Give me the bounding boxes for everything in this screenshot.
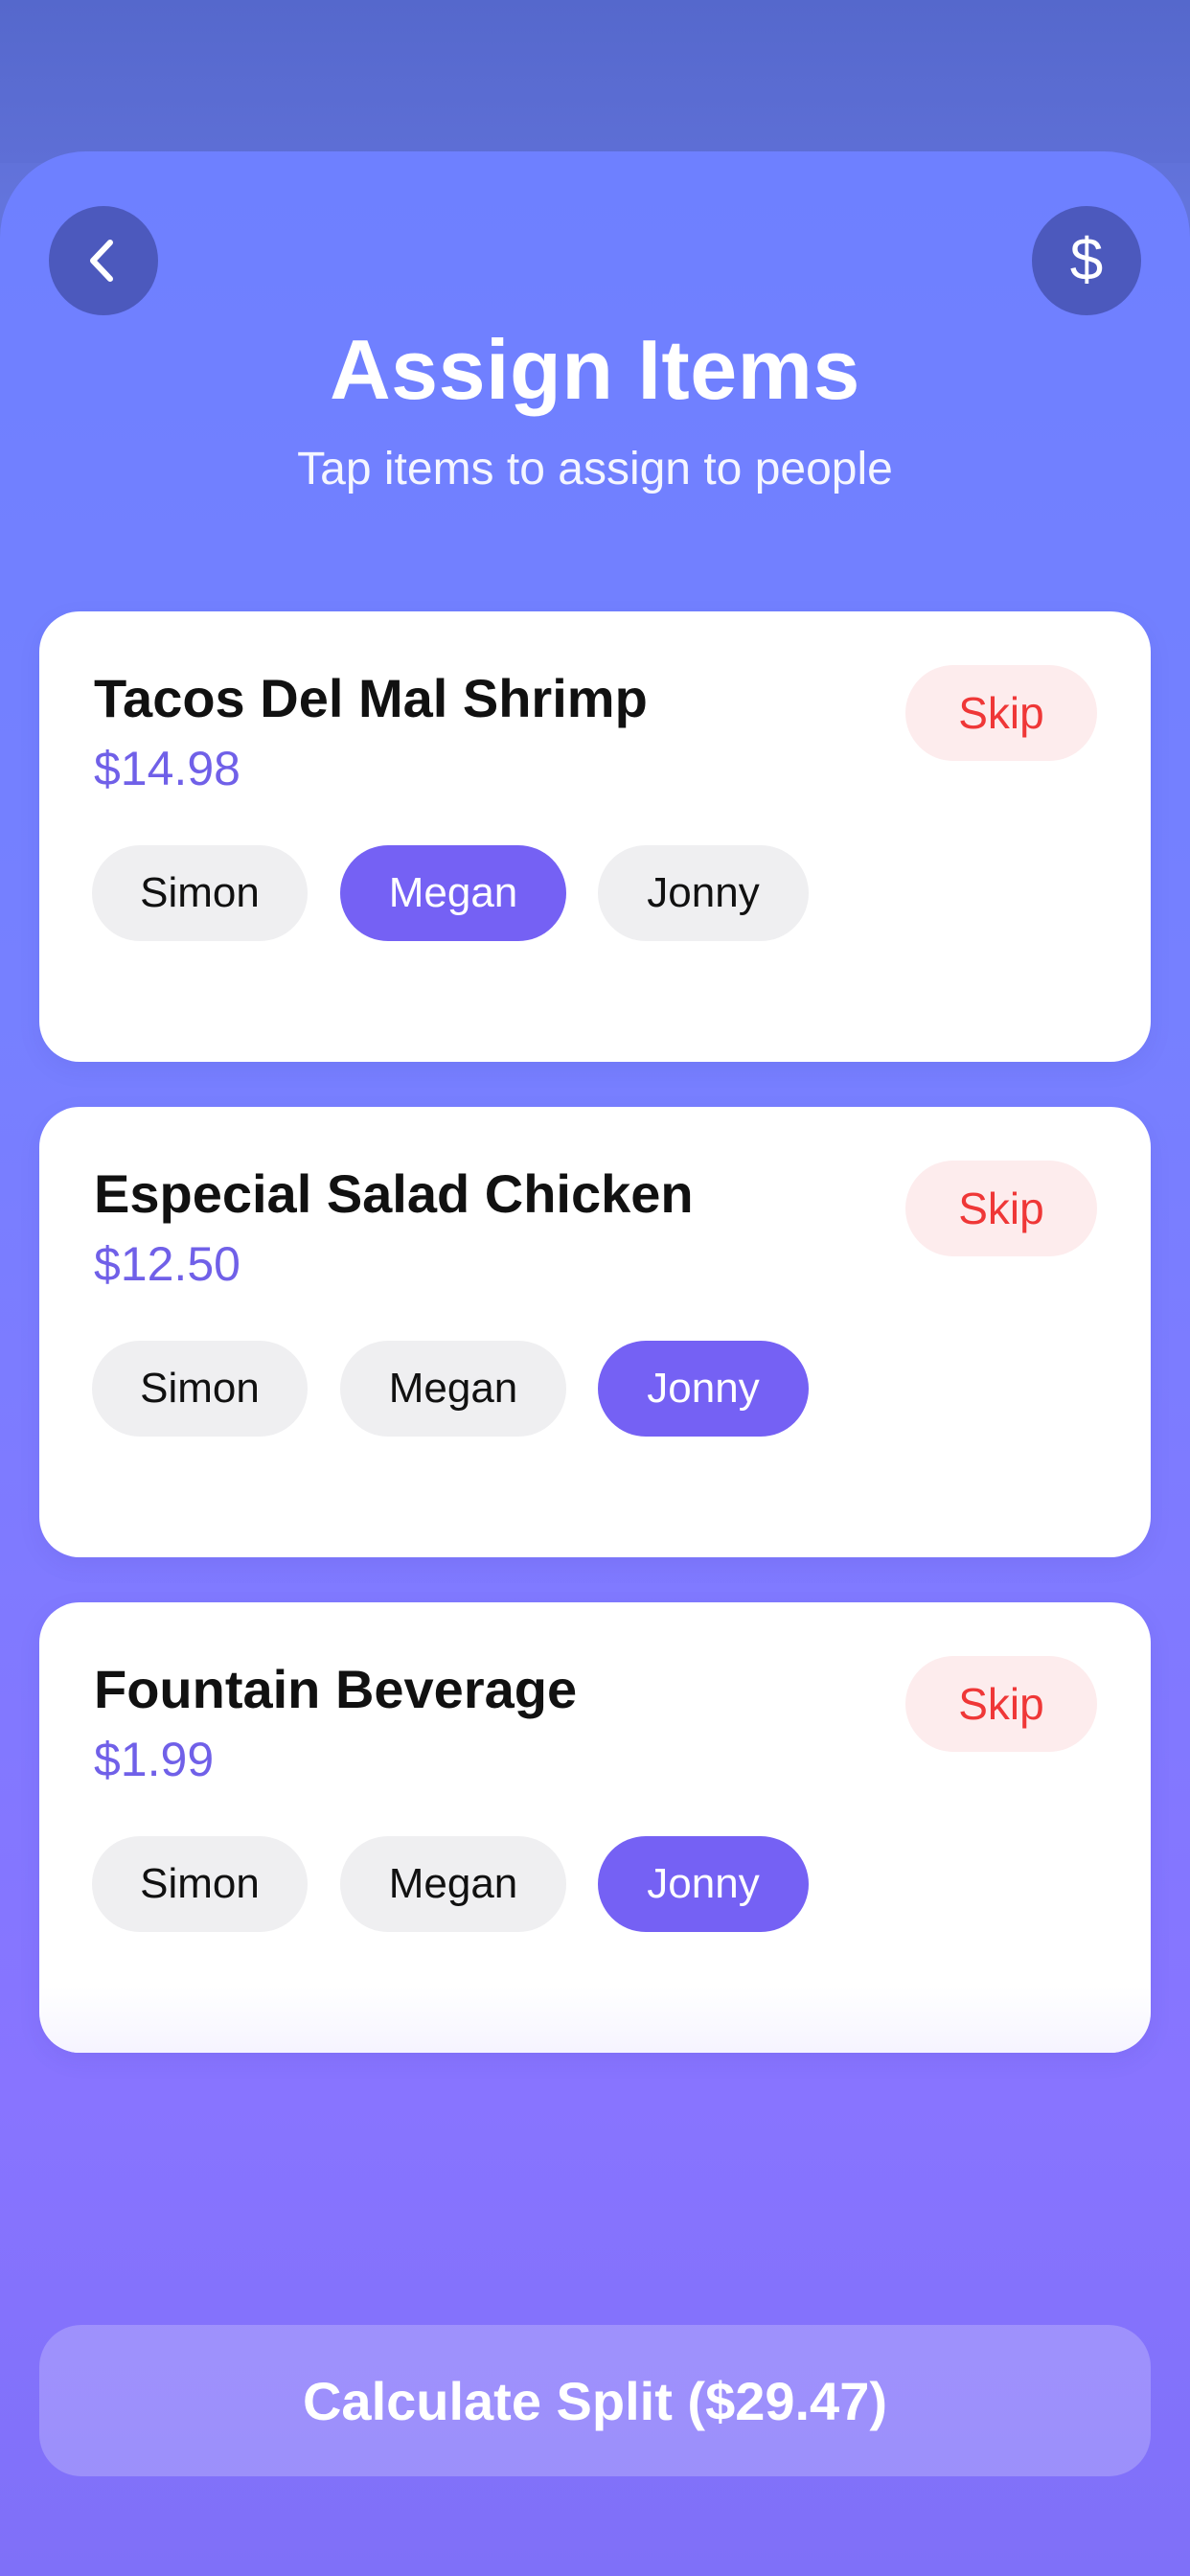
page-title: Assign Items [330,322,860,417]
screen-top-background [0,0,1190,163]
currency-button[interactable]: $ [1032,206,1141,315]
item-card: Fountain Beverage $1.99 Skip Simon Megan… [39,1602,1151,2053]
item-name: Fountain Beverage [94,1659,578,1719]
person-chip-megan[interactable]: Megan [340,1341,566,1437]
skip-button[interactable]: Skip [905,1161,1097,1256]
item-price: $12.50 [94,1237,240,1291]
skip-button[interactable]: Skip [905,1656,1097,1752]
calculate-split-button[interactable]: Calculate Split ($29.47) [39,2325,1151,2476]
dollar-icon: $ [1069,227,1104,293]
person-chip-jonny[interactable]: Jonny [598,845,809,941]
back-button[interactable] [49,206,158,315]
person-chip-simon[interactable]: Simon [92,1836,308,1932]
item-price: $1.99 [94,1733,215,1786]
item-card: Tacos Del Mal Shrimp $14.98 Skip Simon M… [39,611,1151,1062]
item-price: $14.98 [94,742,240,795]
person-chip-simon[interactable]: Simon [92,1341,308,1437]
person-chip-jonny[interactable]: Jonny [598,1341,809,1437]
person-chip-jonny[interactable]: Jonny [598,1836,809,1932]
chevron-left-icon [90,240,113,282]
item-name: Especial Salad Chicken [94,1163,694,1224]
person-chip-megan[interactable]: Megan [340,1836,566,1932]
item-name: Tacos Del Mal Shrimp [94,668,648,728]
skip-button[interactable]: Skip [905,665,1097,761]
item-card: Especial Salad Chicken $12.50 Skip Simon… [39,1107,1151,1557]
page-subtitle: Tap items to assign to people [297,444,893,494]
person-chip-simon[interactable]: Simon [92,845,308,941]
person-chip-megan[interactable]: Megan [340,845,566,941]
